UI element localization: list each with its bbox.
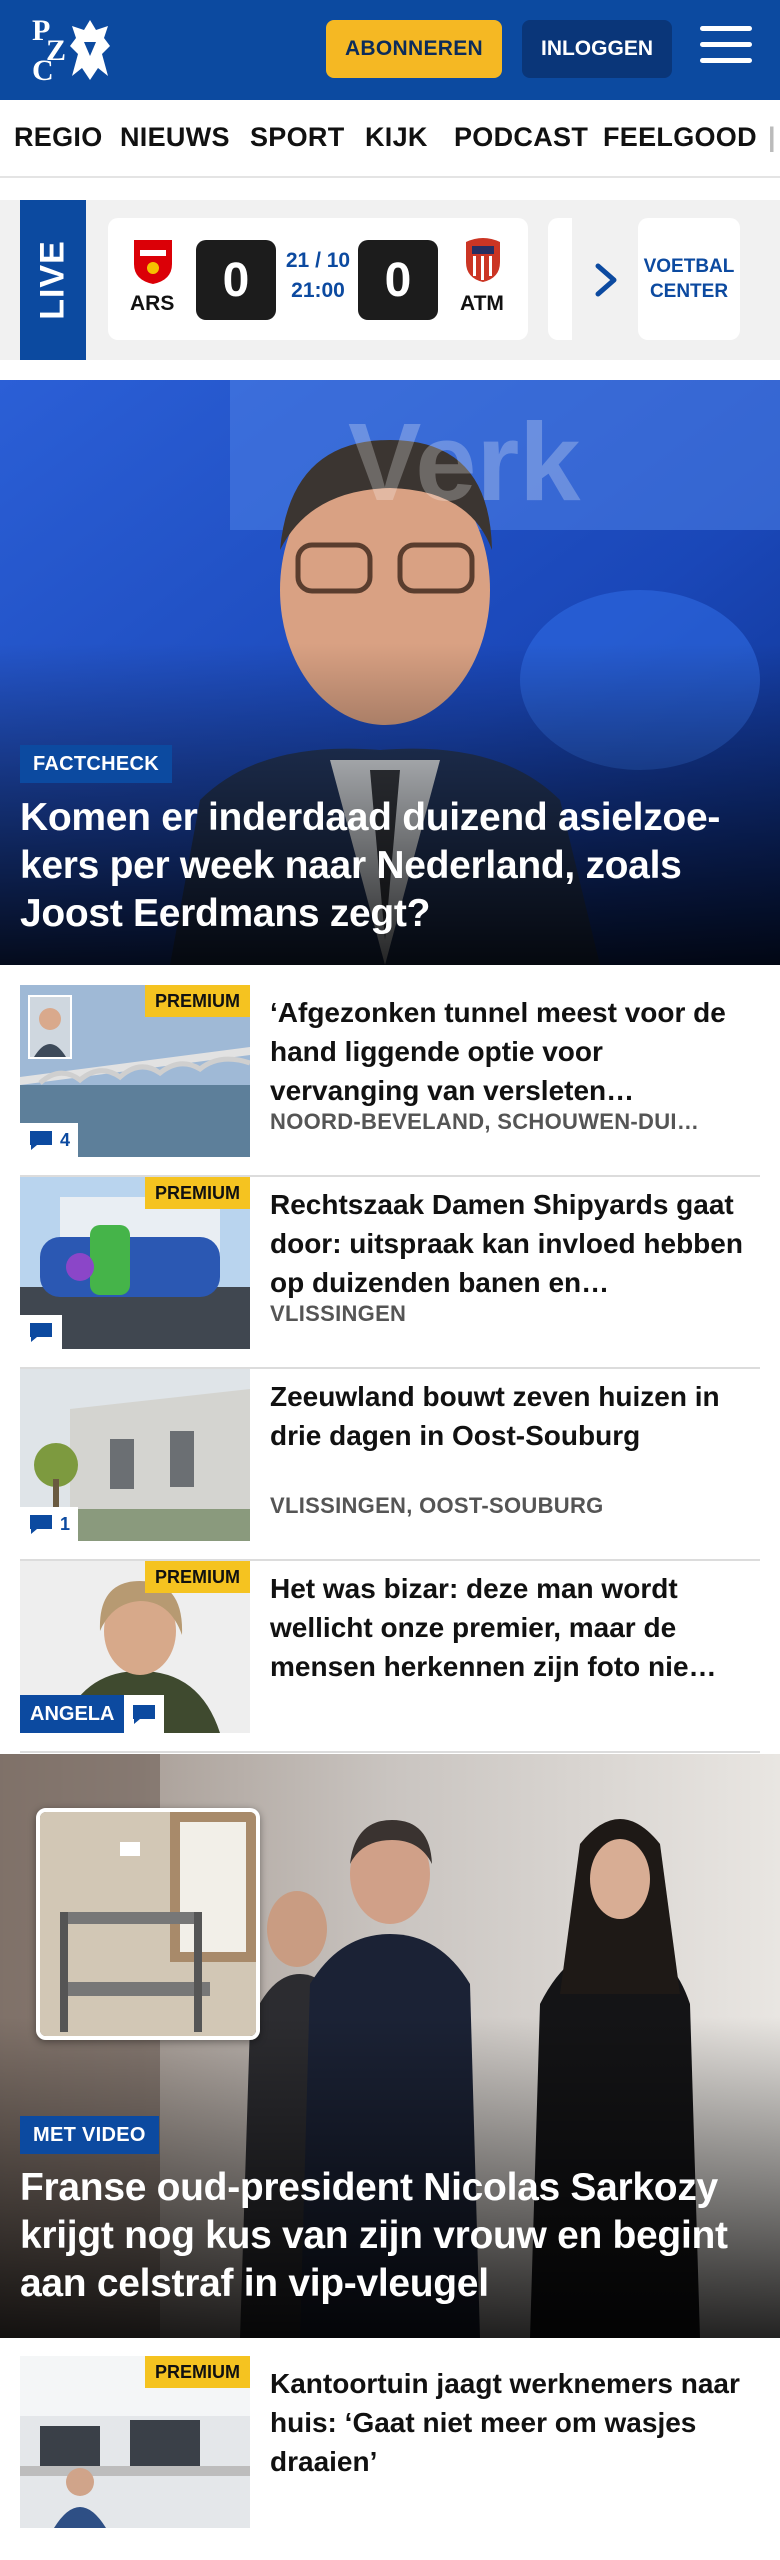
article-title[interactable]: ‘Afgezonken tunnel meest voor de hand li… <box>270 993 760 1110</box>
away-team-code: ATM <box>460 292 504 315</box>
comments-badge[interactable] <box>20 1315 62 1349</box>
voetbal-center-link[interactable]: VOETBAL CENTER <box>638 218 740 340</box>
login-button[interactable]: INLOGGEN <box>522 20 672 78</box>
hero-article-factcheck[interactable]: Verk FACTCHECK Komen er inderdaad duizen… <box>0 380 780 965</box>
article-location: VLISSINGEN <box>270 1301 407 1326</box>
nav-item-regio[interactable]: REGIO <box>14 122 103 153</box>
comment-icon <box>30 1131 52 1150</box>
article-thumbnail: 1 <box>20 1369 250 1541</box>
hero-article-sarkozy[interactable]: MET VIDEO Franse oud-president Nicolas S… <box>0 1754 780 2338</box>
live-badge: LIVE <box>20 200 86 360</box>
article-thumbnail: PREMIUM <box>20 1177 250 1349</box>
premium-badge: PREMIUM <box>145 1561 250 1593</box>
article-thumbnail: PREMIUM 4 <box>20 985 250 1157</box>
pzc-logo[interactable]: P Z C <box>28 14 118 86</box>
subscribe-button[interactable]: ABONNEREN <box>326 20 502 78</box>
article-thumbnail: PREMIUM ANGELA <box>20 1561 250 1733</box>
author-avatar <box>28 995 72 1059</box>
video-preview-thumbnail[interactable] <box>36 1808 260 2040</box>
article-title[interactable]: Rechtszaak Damen Shipyards gaat door: ui… <box>270 1185 760 1302</box>
home-team-code: ARS <box>130 292 175 315</box>
article-location: VLISSINGEN, OOST-SOUBURG <box>270 1493 604 1518</box>
hero-backdrop-text: Verk <box>348 401 581 524</box>
list-item[interactable]: PREMIUM Kantoortuin jaagt werknemers naa… <box>20 2356 760 2546</box>
list-item[interactable]: PREMIUM 4 ‘Afgezonken tunnel meest voor … <box>20 985 760 1177</box>
atletico-crest-icon <box>466 238 500 282</box>
article-thumbnail: PREMIUM <box>20 2356 250 2528</box>
comments-badge[interactable]: 4 <box>20 1123 79 1157</box>
factcheck-label: FACTCHECK <box>20 745 173 783</box>
comment-icon <box>30 1515 52 1534</box>
comment-icon <box>30 1323 52 1342</box>
hero-title[interactable]: Komen er inderdaad duizend asielzoe­kers… <box>20 794 760 938</box>
nav-item-sport[interactable]: SPORT <box>250 122 345 153</box>
premium-badge: PREMIUM <box>145 1177 250 1209</box>
home-score: 0 <box>196 240 276 320</box>
nav-item-cut-off: | <box>768 122 776 152</box>
comments-badge[interactable] <box>124 1695 165 1733</box>
author-label: ANGELA <box>20 1695 165 1733</box>
hero-title[interactable]: Franse oud-president Nicolas Sarkozy kri… <box>20 2164 760 2308</box>
svg-text:Verk: Verk <box>348 401 581 524</box>
next-match-card-peek[interactable] <box>548 218 572 340</box>
section-nav: REGIO NIEUWS SPORT KIJK PODCAST FEELGOOD… <box>0 100 780 178</box>
comments-badge[interactable]: 1 <box>20 1507 79 1541</box>
article-title[interactable]: Het was bizar: deze man wordt wellicht o… <box>270 1569 760 1686</box>
lion-emblem-icon <box>70 20 110 80</box>
nav-item-podcast[interactable]: PODCAST <box>454 122 588 153</box>
prison-cell-photo <box>40 1812 256 2036</box>
away-score: 0 <box>358 240 438 320</box>
live-match-card[interactable]: ARS 0 21 / 10 21:00 0 ATM <box>108 218 528 340</box>
arsenal-crest-icon <box>134 240 172 284</box>
list-item[interactable]: 1 Zeeuwland bouwt zeven huizen in drie d… <box>20 1369 760 1561</box>
nav-item-feelgood[interactable]: FEELGOOD <box>603 122 757 153</box>
premium-badge: PREMIUM <box>145 985 250 1017</box>
list-item[interactable]: PREMIUM Rechtszaak Damen Shipyards gaat … <box>20 1177 760 1369</box>
chevron-right-icon[interactable] <box>588 260 624 300</box>
list-item[interactable]: PREMIUM ANGELA Het was bizar: deze man w… <box>20 1561 760 1753</box>
match-datetime: 21 / 10 21:00 <box>285 249 351 302</box>
article-location: NOORD-BEVELAND, SCHOUWEN-DUI… <box>270 1109 700 1134</box>
article-title[interactable]: Kantoortuin jaagt werknemers naar huis: … <box>270 2364 760 2481</box>
nav-item-nieuws[interactable]: NIEUWS <box>120 122 230 153</box>
premium-badge: PREMIUM <box>145 2356 250 2388</box>
hamburger-menu-icon[interactable] <box>700 26 752 72</box>
comment-icon <box>133 1705 156 1724</box>
nav-item-kijk[interactable]: KIJK <box>365 122 428 153</box>
live-scores-strip: LIVE ARS 0 21 / 10 21:00 0 ATM VOETBAL CE… <box>0 200 780 360</box>
video-label: MET VIDEO <box>20 2116 159 2154</box>
site-header: P Z C ABONNEREN INLOGGEN <box>0 0 780 100</box>
article-title[interactable]: Zeeuwland bouwt zeven huizen in drie dag… <box>270 1377 760 1455</box>
